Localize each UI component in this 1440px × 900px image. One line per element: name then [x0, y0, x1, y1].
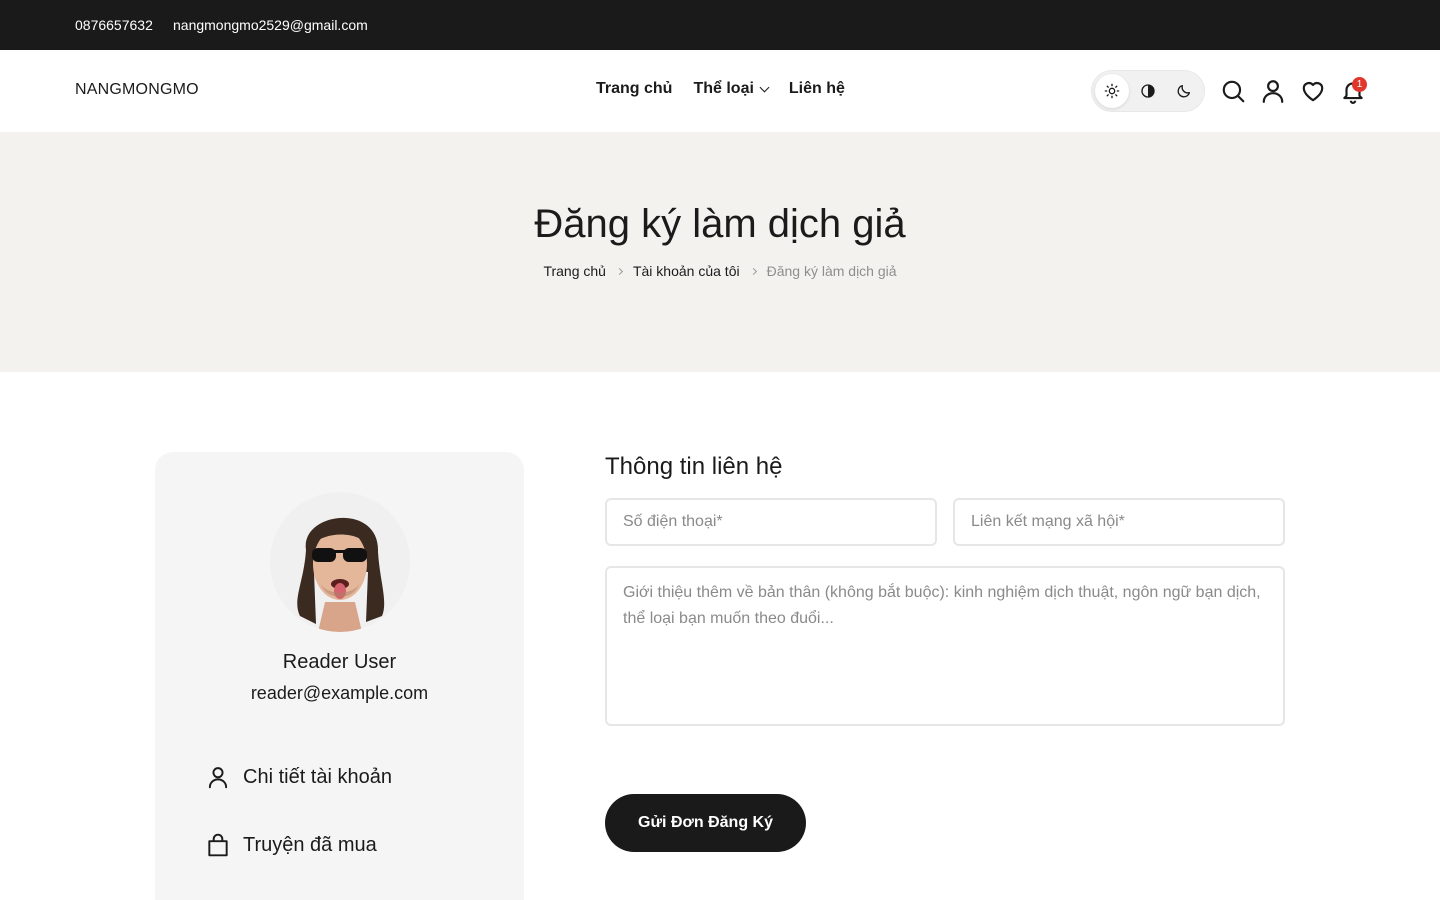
intro-textarea[interactable]: [605, 566, 1285, 726]
notification-badge: 1: [1352, 77, 1367, 92]
top-bar: 0876657632 nangmongmo2529@gmail.com: [0, 0, 1440, 50]
theme-auto-button[interactable]: [1131, 74, 1165, 108]
sidebar-item-account-details[interactable]: Chi tiết tài khoản: [205, 764, 392, 790]
user-name: Reader User: [282, 651, 397, 673]
moon-icon: [1177, 85, 1190, 98]
chevron-right-icon: [615, 267, 624, 275]
user-icon[interactable]: [1260, 78, 1286, 104]
submit-application-button[interactable]: Gửi Đơn Đăng Ký: [605, 794, 806, 852]
shopping-bag-icon: [208, 833, 228, 857]
breadcrumb-current: Đăng ký làm dịch giả: [766, 263, 897, 279]
nav-item-contact[interactable]: Liên hệ: [789, 80, 845, 98]
search-icon[interactable]: [1220, 78, 1246, 104]
heart-icon[interactable]: [1300, 78, 1326, 104]
form-title: Thông tin liên hệ: [605, 453, 783, 480]
theme-light-button[interactable]: [1095, 74, 1129, 108]
site-logo[interactable]: NANGMONGMO: [75, 81, 199, 99]
nav-item-categories[interactable]: Thể loại: [693, 80, 770, 98]
sun-icon: [1104, 83, 1120, 99]
sidebar-item-label: Truyện đã mua: [243, 833, 377, 856]
contact-email[interactable]: nangmongmo2529@gmail.com: [173, 17, 368, 33]
main-nav: Trang chủ Thể loại Liên hệ: [596, 80, 845, 98]
page-hero: Đăng ký làm dịch giả Trang chủ Tài khoản…: [0, 132, 1440, 372]
site-header: NANGMONGMO Trang chủ Thể loại Liên hệ 1: [0, 50, 1440, 132]
avatar: [270, 492, 410, 632]
contact-phone[interactable]: 0876657632: [75, 17, 153, 33]
chevron-down-icon: [759, 82, 770, 92]
sidebar-item-purchased-stories[interactable]: Truyện đã mua: [205, 832, 377, 858]
breadcrumb-account[interactable]: Tài khoản của tôi: [633, 263, 740, 279]
theme-switcher: [1091, 70, 1205, 112]
sidebar-item-label: Chi tiết tài khoản: [243, 765, 392, 788]
page-title: Đăng ký làm dịch giả: [534, 202, 906, 246]
nav-item-home[interactable]: Trang chủ: [596, 80, 672, 98]
breadcrumb: Trang chủ Tài khoản của tôi Đăng ký làm …: [0, 263, 1440, 279]
nav-item-label: Liên hệ: [788, 80, 845, 97]
user-email: reader@example.com: [250, 683, 429, 703]
breadcrumb-home[interactable]: Trang chủ: [543, 263, 606, 279]
user-icon: [208, 767, 228, 789]
theme-dark-button[interactable]: [1167, 74, 1201, 108]
nav-item-label: Thể loại: [693, 80, 754, 97]
nav-item-label: Trang chủ: [596, 80, 673, 97]
contrast-icon: [1141, 84, 1155, 98]
social-link-field[interactable]: [953, 498, 1285, 546]
phone-field[interactable]: [605, 498, 937, 546]
chevron-right-icon: [749, 267, 757, 275]
